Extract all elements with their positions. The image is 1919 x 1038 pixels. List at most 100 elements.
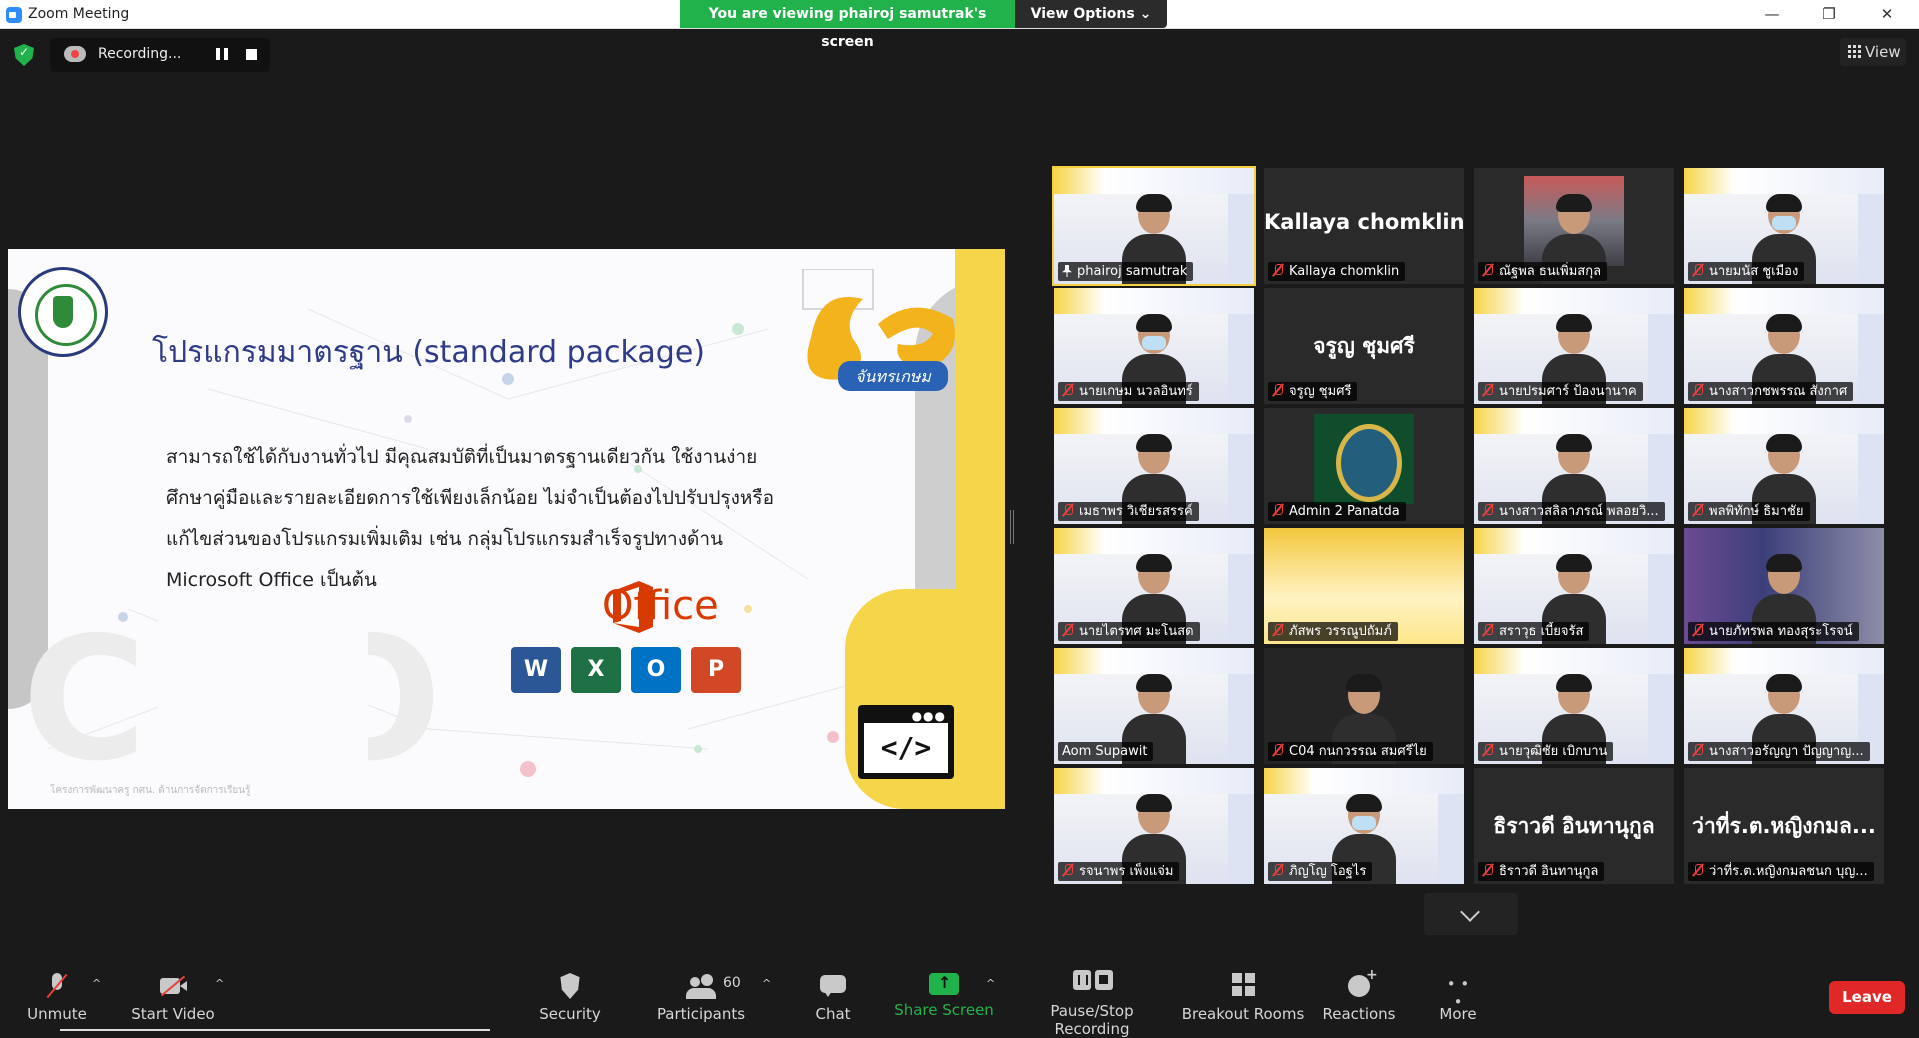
participant-name-bar: พลพิทักษ์ ธิมาชัย xyxy=(1688,502,1810,521)
security-button[interactable]: Security xyxy=(495,973,645,1023)
institution-seal-logo xyxy=(18,267,108,357)
participant-tile[interactable]: phairoj samutrak xyxy=(1052,166,1256,286)
mic-muted-icon xyxy=(1062,624,1074,637)
participant-name-bar: นายมนัส ชูเมือง xyxy=(1688,262,1805,281)
participants-icon xyxy=(686,973,716,999)
chat-label: Chat xyxy=(815,1005,851,1023)
participant-tile[interactable]: Aom Supawit xyxy=(1054,648,1254,764)
slide-body: สามารถใช้ได้กับงานทั่วไป มีคุณสมบัติที่เ… xyxy=(166,437,806,601)
participant-tile[interactable]: ณัฐพล ธนเพิ่มสกุล xyxy=(1474,168,1674,284)
outlook-icon: O xyxy=(631,647,681,693)
participant-name: สราวุธ เบี้ยจรัส xyxy=(1499,624,1584,639)
slide-body-line: แก้ไขส่วนของโปรแกรมเพิ่มเติม เช่น กลุ่มโ… xyxy=(166,528,723,550)
code-symbol: </> xyxy=(864,723,948,773)
participant-name-bar: Kallaya chomklin xyxy=(1268,262,1406,281)
mic-muted-icon xyxy=(1062,864,1074,877)
stop-recording-icon[interactable] xyxy=(246,49,257,60)
participant-name: ภัสพร วรรณูปถัมภ์ xyxy=(1289,624,1392,639)
participant-tile[interactable]: นายไตรทศ มะโนสด xyxy=(1054,528,1254,644)
zoom-logo-icon xyxy=(6,7,22,23)
pause-recording-icon[interactable] xyxy=(216,48,228,60)
more-button[interactable]: More xyxy=(1383,973,1533,1023)
pause-stop-label: Pause/Stop Recording xyxy=(1050,1002,1134,1038)
participant-name: นายวุฒิชัย เบิกบาน xyxy=(1499,744,1608,759)
participant-name: นายปรมศาร์ ป้องนานาค xyxy=(1499,384,1637,399)
breakout-rooms-icon xyxy=(1228,973,1258,999)
view-options-button[interactable]: View Options ⌄ xyxy=(1015,0,1167,28)
participant-name: นางสาวอรัญญา ปัญญาญ... xyxy=(1709,744,1864,759)
participant-tile[interactable]: นายวุฒิชัย เบิกบาน xyxy=(1474,648,1674,764)
minimize-button[interactable]: — xyxy=(1749,0,1795,29)
restore-button[interactable]: ❐ xyxy=(1806,0,1852,29)
participant-tile[interactable]: ภิญโญ โอฐไร xyxy=(1264,768,1464,884)
participant-tile[interactable]: ธิราวดี อินทานุกูล ธิราวดี อินทานุกูล xyxy=(1474,768,1674,884)
participant-gallery: phairoj samutrak Kallaya chomklin Kallaya … xyxy=(1052,166,1884,884)
participants-button[interactable]: Participants xyxy=(626,973,776,1023)
participant-display-name: จรูญ ชุมศรี xyxy=(1313,334,1415,358)
participant-tile[interactable]: เมธาพร วิเชียรสรรค์ xyxy=(1054,408,1254,524)
excel-icon: X xyxy=(571,647,621,693)
participant-name: Admin 2 Panatda xyxy=(1289,504,1400,519)
mic-muted-icon xyxy=(1692,864,1704,877)
panel-resize-handle[interactable] xyxy=(1010,510,1014,544)
participant-name: ว่าที่ร.ต.หญิงกมลชนก บุญ... xyxy=(1709,864,1868,879)
anniversary-69-logo: จันทรเกษม xyxy=(802,269,955,391)
pause-stop-recording-icon xyxy=(1073,970,1108,996)
participant-name: นางสาวกชพรรณ สังกาศ xyxy=(1709,384,1848,399)
view-button[interactable]: View xyxy=(1840,38,1906,66)
pause-stop-recording-button[interactable]: Pause/Stop Recording xyxy=(1017,970,1167,1038)
participant-tile[interactable]: นายมนัส ชูเมือง xyxy=(1684,168,1884,284)
participant-tile[interactable]: สราวุธ เบี้ยจรัส xyxy=(1474,528,1674,644)
participant-name-bar: นายเกษม นวลอินทร์ xyxy=(1058,382,1199,401)
participant-tile[interactable]: C04 กนกวรรณ สมศรีไย xyxy=(1264,648,1464,764)
participant-name: ณัฐพล ธนเพิ่มสกุล xyxy=(1499,264,1602,279)
view-label: View xyxy=(1865,43,1901,61)
mic-muted-icon xyxy=(1272,264,1284,277)
participant-tile[interactable]: ภัสพร วรรณูปถัมภ์ xyxy=(1264,528,1464,644)
gallery-next-page-button[interactable] xyxy=(1424,893,1518,935)
participant-tile[interactable]: นางสาวอรัญญา ปัญญาญ... xyxy=(1684,648,1884,764)
video-options-caret[interactable]: ^ xyxy=(215,977,224,990)
participant-tile[interactable]: นายภัทรพล ทองสุระโรจน์ xyxy=(1684,528,1884,644)
recording-indicator: Recording... xyxy=(50,38,270,72)
participant-tile[interactable]: นายปรมศาร์ ป้องนานาค xyxy=(1474,288,1674,404)
mic-muted-icon xyxy=(1692,504,1704,517)
participant-name-bar: รจนาพร เพ็งแจ่ม xyxy=(1058,862,1180,881)
grid-icon xyxy=(1848,45,1861,58)
participant-name: C04 กนกวรรณ สมศรีไย xyxy=(1289,744,1427,759)
mic-muted-icon xyxy=(1692,264,1704,277)
video-off-icon xyxy=(158,973,188,999)
participant-tile[interactable]: นายเกษม นวลอินทร์ xyxy=(1054,288,1254,404)
participant-tile[interactable]: จรูญ ชุมศรี จรูญ ชุมศรี xyxy=(1264,288,1464,404)
share-options-caret[interactable]: ^ xyxy=(986,977,995,990)
participant-tile[interactable]: พลพิทักษ์ ธิมาชัย xyxy=(1684,408,1884,524)
mic-muted-icon xyxy=(1482,504,1494,517)
code-icon: ●●● </> xyxy=(858,705,954,779)
participant-tile[interactable]: รจนาพร เพ็งแจ่ม xyxy=(1054,768,1254,884)
mic-muted-icon xyxy=(1062,504,1074,517)
more-icon xyxy=(1443,973,1473,1011)
encryption-shield-icon[interactable] xyxy=(14,44,34,66)
share-screen-button[interactable]: Share Screen xyxy=(869,973,1019,1019)
mic-muted-icon xyxy=(1692,744,1704,757)
participant-name: นายมนัส ชูเมือง xyxy=(1709,264,1799,279)
slide-title: โปรแกรมมาตรฐาน (standard package) xyxy=(152,335,705,370)
close-button[interactable]: ✕ xyxy=(1864,0,1910,29)
security-shield-icon xyxy=(560,973,580,999)
window-title: Zoom Meeting xyxy=(28,6,130,22)
shared-screen-slide: CHO โปรแกรมมาตรฐาน (standard package) สา… xyxy=(8,249,1005,809)
participant-tile[interactable]: นางสาวกชพรรณ สังกาศ xyxy=(1684,288,1884,404)
participant-tile[interactable]: Kallaya chomklin Kallaya chomklin xyxy=(1264,168,1464,284)
participant-tile[interactable]: Admin 2 Panatda xyxy=(1264,408,1464,524)
participant-name-bar: ณัฐพล ธนเพิ่มสกุล xyxy=(1478,262,1608,281)
leave-button[interactable]: Leave xyxy=(1829,981,1905,1014)
participant-tile[interactable]: นางสาวสลิลาภรณ์ พลอยวิ... xyxy=(1474,408,1674,524)
participant-name-bar: นางสาวกชพรรณ สังกาศ xyxy=(1688,382,1854,401)
mic-muted-icon xyxy=(1272,744,1284,757)
word-icon: W xyxy=(511,647,561,693)
participant-tile[interactable]: ว่าที่ร.ต.หญิงกมล... ว่าที่ร.ต.หญิงกมลชนก… xyxy=(1684,768,1884,884)
mic-muted-icon xyxy=(1482,264,1494,277)
participant-name: พลพิทักษ์ ธิมาชัย xyxy=(1709,504,1804,519)
start-video-button[interactable]: Start Video xyxy=(98,973,248,1023)
participant-name: ธิราวดี อินทานุกูล xyxy=(1499,864,1599,879)
